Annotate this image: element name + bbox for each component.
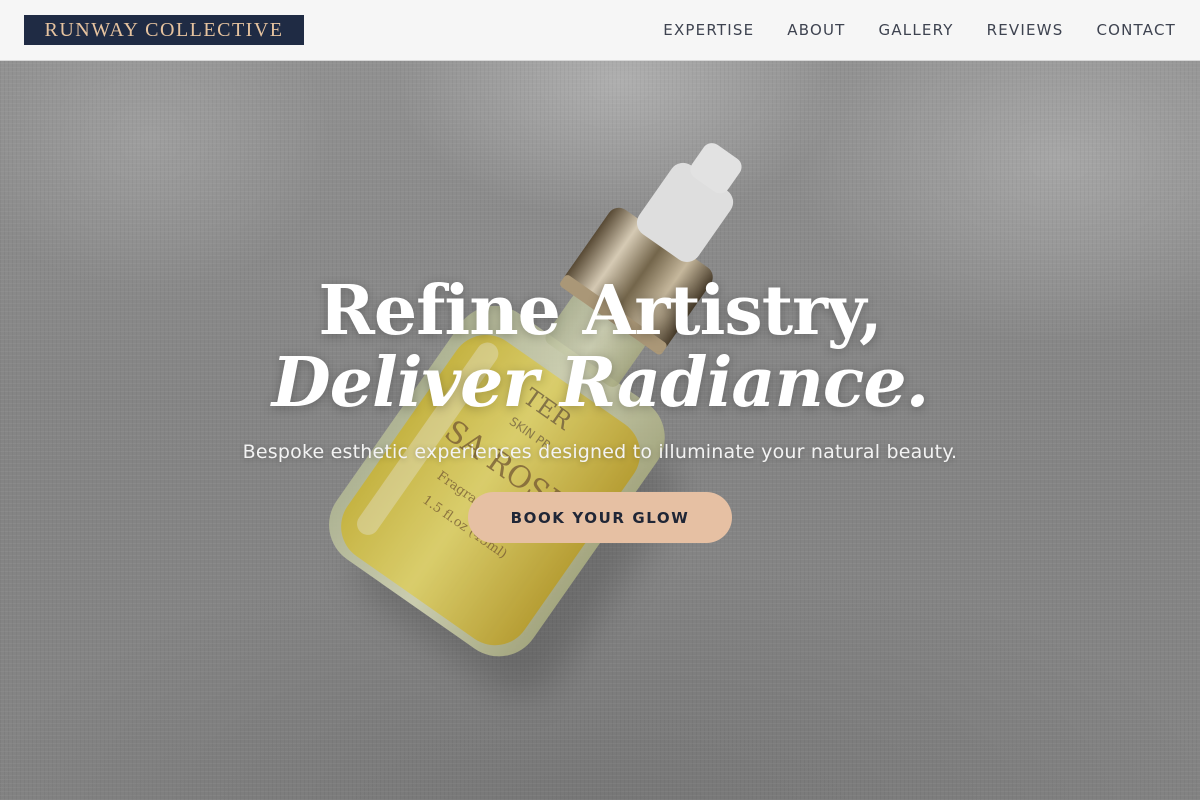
brand-logo[interactable]: RUNWAY COLLECTIVE — [24, 15, 304, 45]
nav-link-about[interactable]: ABOUT — [787, 21, 845, 39]
nav-link-gallery[interactable]: GALLERY — [879, 21, 954, 39]
nav-link-expertise[interactable]: EXPERTISE — [663, 21, 754, 39]
main-nav: EXPERTISE ABOUT GALLERY REVIEWS CONTACT — [663, 0, 1200, 60]
book-your-glow-button[interactable]: BOOK YOUR GLOW — [468, 492, 732, 543]
hero-content: Refine Artistry, Deliver Radiance. Bespo… — [0, 61, 1200, 800]
nav-link-contact[interactable]: CONTACT — [1096, 21, 1176, 39]
hero-subtitle: Bespoke esthetic experiences designed to… — [242, 441, 958, 463]
hero-headline-line-1: Refine Artistry, — [318, 271, 882, 351]
site-header: RUNWAY COLLECTIVE EXPERTISE ABOUT GALLER… — [0, 0, 1200, 61]
hero-headline-line-2: Deliver Radiance. — [271, 343, 930, 423]
hero-section: TER SKIN PR SA ROSE Fragrance Free 1.5 f… — [0, 61, 1200, 800]
nav-link-reviews[interactable]: REVIEWS — [987, 21, 1064, 39]
